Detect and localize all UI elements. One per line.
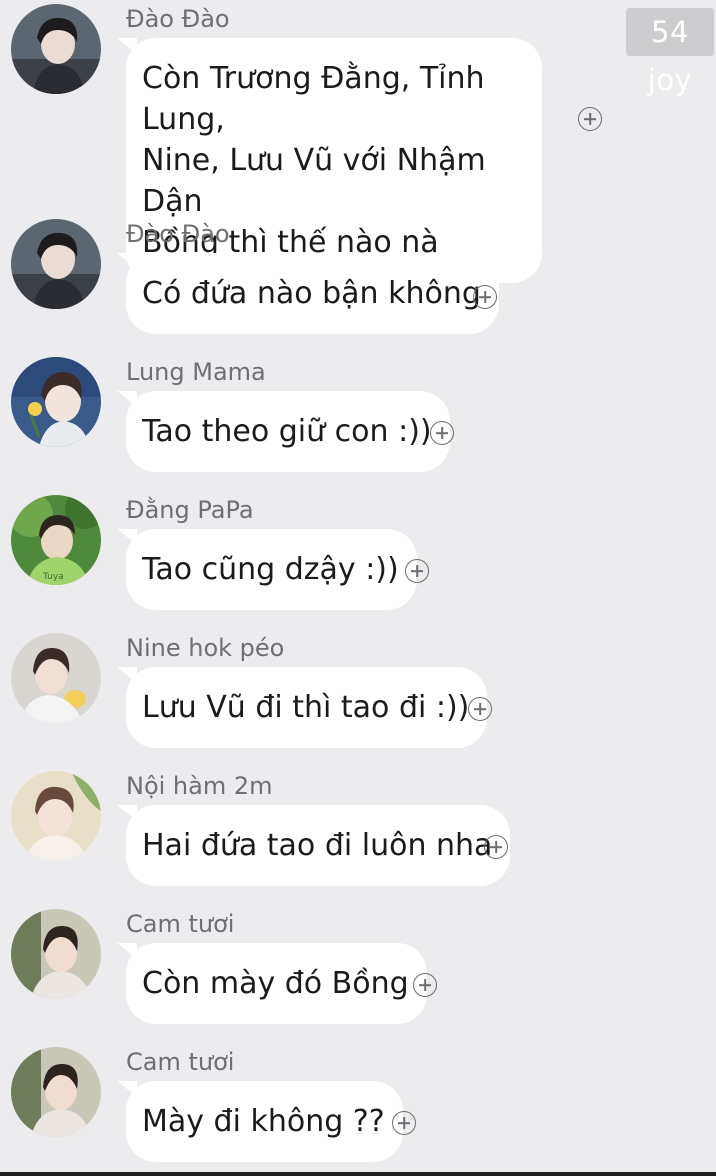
message-bubble[interactable]: Mày đi không ??	[126, 1081, 403, 1162]
cam-tuoi-avatar-image	[11, 1047, 101, 1137]
chat-screen: 54 joy Đào Đào Còn Trương Đằng, Tỉnh Lun…	[0, 0, 716, 1176]
add-reaction-icon[interactable]	[405, 559, 429, 583]
bottom-divider	[0, 1172, 716, 1176]
dao-dao-avatar-image	[11, 4, 101, 94]
message-item: Đào Đào Có đứa nào bận không	[0, 215, 716, 340]
message-item: Cam tươi Mày đi không ??	[0, 1043, 716, 1168]
add-reaction-icon[interactable]	[392, 1111, 416, 1135]
message-bubble[interactable]: Lưu Vũ đi thì tao đi :))	[126, 667, 488, 748]
avatar[interactable]	[11, 909, 101, 999]
lung-mama-avatar-image	[11, 357, 101, 447]
avatar[interactable]	[11, 357, 101, 447]
sender-name: Cam tươi	[126, 910, 235, 938]
message-item: Cam tươi Còn mày đó Bồng	[0, 905, 716, 1030]
message-bubble[interactable]: Còn mày đó Bồng	[126, 943, 427, 1024]
add-reaction-icon[interactable]	[473, 285, 497, 309]
avatar[interactable]: Tuya	[11, 495, 101, 585]
dang-papa-avatar-image: Tuya	[11, 495, 101, 585]
add-reaction-icon[interactable]	[484, 835, 508, 859]
avatar[interactable]	[11, 771, 101, 861]
svg-text:Tuya: Tuya	[42, 572, 64, 582]
sender-name: Đằng PaPa	[126, 496, 254, 524]
avatar[interactable]	[11, 633, 101, 723]
add-reaction-icon[interactable]	[430, 421, 454, 445]
sender-name: Nine hok péo	[126, 634, 285, 662]
avatar[interactable]	[11, 4, 101, 94]
message-bubble[interactable]: Có đứa nào bận không	[126, 253, 499, 334]
message-item: Tuya Đằng PaPa Tao cũng dzậy :))	[0, 491, 716, 616]
sender-name: Lung Mama	[126, 358, 266, 386]
message-bubble[interactable]: Tao cũng dzậy :))	[126, 529, 417, 610]
message-item: Đào Đào Còn Trương Đằng, Tỉnh Lung, Nine…	[0, 0, 716, 283]
message-item: Nine hok péo Lưu Vũ đi thì tao đi :))	[0, 629, 716, 754]
message-bubble[interactable]: Tao theo giữ con :))	[126, 391, 450, 472]
nine-avatar-image	[11, 633, 101, 723]
add-reaction-icon[interactable]	[468, 697, 492, 721]
avatar[interactable]	[11, 1047, 101, 1137]
dao-dao-avatar-image	[11, 219, 101, 309]
message-item: Nội hàm 2m Hai đứa tao đi luôn nha	[0, 767, 716, 892]
add-reaction-icon[interactable]	[413, 973, 437, 997]
cam-tuoi-avatar-image	[11, 909, 101, 999]
avatar[interactable]	[11, 219, 101, 309]
message-bubble[interactable]: Hai đứa tao đi luôn nha	[126, 805, 511, 886]
sender-name: Nội hàm 2m	[126, 772, 273, 800]
sender-name: Cam tươi	[126, 1048, 235, 1076]
add-reaction-icon[interactable]	[578, 107, 602, 131]
noi-ham-avatar-image	[11, 771, 101, 861]
sender-name: Đào Đào	[126, 220, 230, 248]
sender-name: Đào Đào	[126, 5, 230, 33]
message-item: Lung Mama Tao theo giữ con :))	[0, 353, 716, 478]
